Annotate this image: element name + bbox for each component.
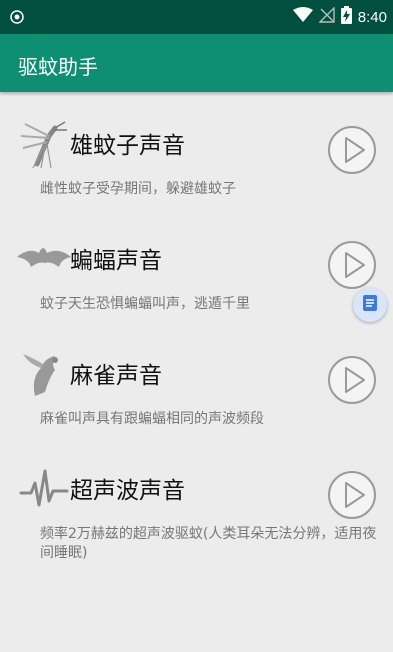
sound-name: 蝙蝠声音 [70,248,162,274]
clock: 8:40 [357,8,387,26]
sound-description: 频率2万赫兹的超声波驱蚊(人类耳朵无法分辨，适用夜间睡眠) [40,526,377,561]
play-button[interactable] [326,354,378,406]
app-title: 驱蚊助手 [18,55,98,79]
sparrow-icon [15,348,73,400]
play-button[interactable] [326,124,378,176]
sound-name: 麻雀声音 [70,363,162,389]
sound-description: 蚊子天生恐惧蝙蝠叫声，逃遁千里 [40,296,250,312]
floating-note-button[interactable] [353,288,387,322]
shield-icon [10,9,24,29]
sound-description: 麻雀叫声具有跟蝙蝠相同的声波频段 [40,411,264,427]
sound-name: 超声波声音 [70,478,185,504]
no-signal-icon [318,6,335,27]
soundwave-icon [15,463,73,515]
bat-icon [15,233,73,285]
app-bar: 驱蚊助手 [0,34,393,92]
wifi-icon [292,7,313,27]
battery-charging-icon [340,6,352,28]
list-item-bat[interactable]: 蝙蝠声音 蚊子天生恐惧蝙蝠叫声，逃遁千里 [0,215,393,325]
mosquito-icon [15,118,73,170]
list-item-sparrow[interactable]: 麻雀声音 麻雀叫声具有跟蝙蝠相同的声波频段 [0,330,393,440]
sound-name: 雄蚊子声音 [70,133,185,159]
list-item-male-mosquito[interactable]: 雄蚊子声音 雌性蚊子受孕期间，躲避雄蚊子 [0,100,393,210]
note-icon [362,294,378,316]
play-button[interactable] [326,239,378,291]
sound-description: 雌性蚊子受孕期间，躲避雄蚊子 [40,181,236,197]
play-button[interactable] [326,469,378,521]
list-item-ultrasonic[interactable]: 超声波声音 频率2万赫兹的超声波驱蚊(人类耳朵无法分辨，适用夜间睡眠) [0,445,393,561]
status-bar: 8:40 [0,0,393,34]
